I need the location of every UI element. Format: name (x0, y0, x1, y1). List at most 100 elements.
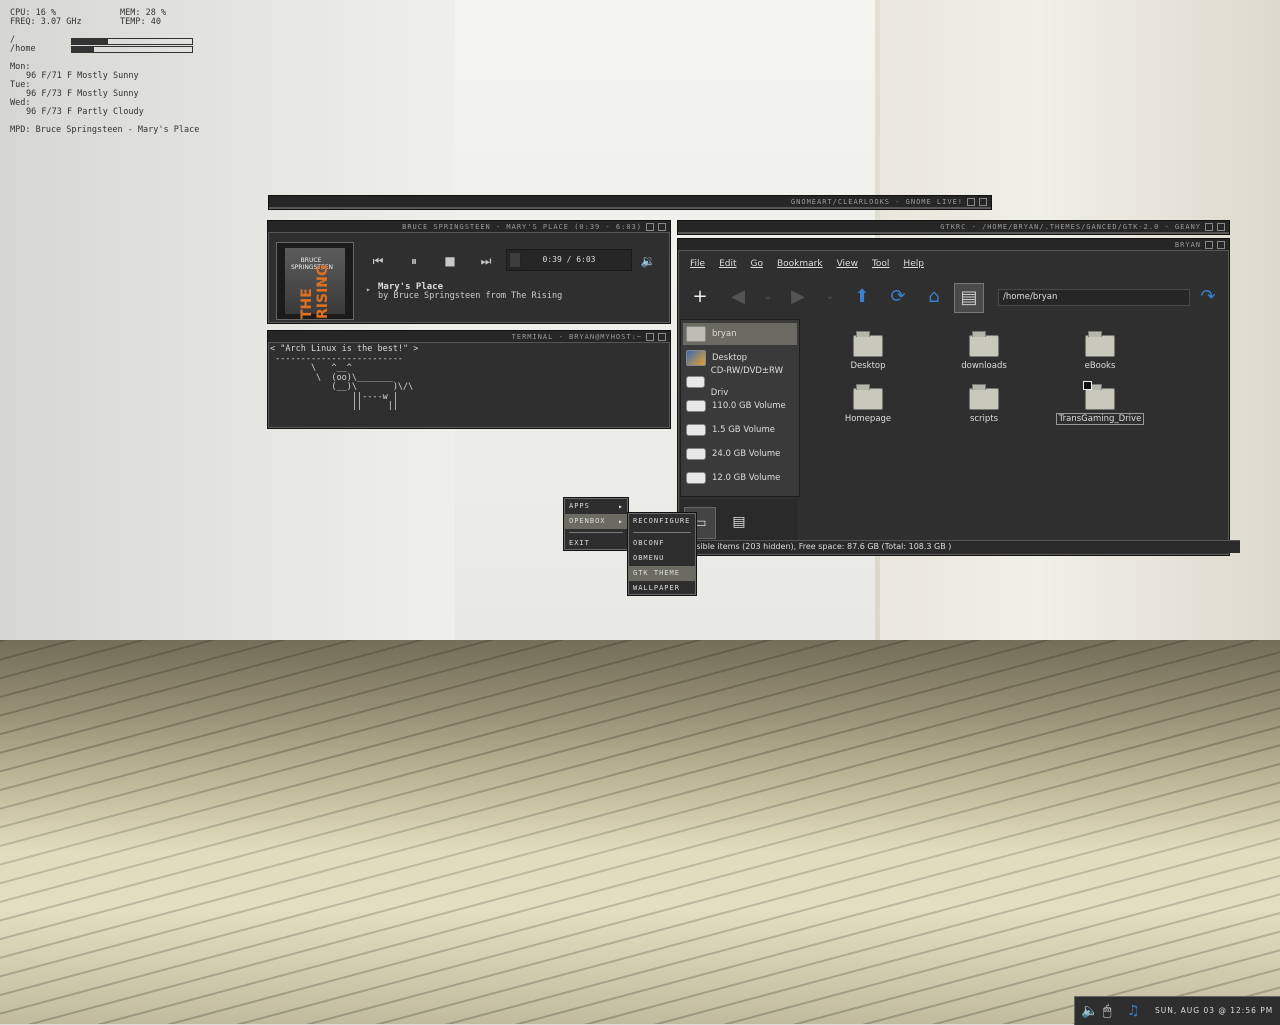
menu-item-gtk-theme[interactable]: GTK THEME (628, 566, 696, 581)
home-icon (686, 326, 706, 342)
menu-file[interactable]: File (690, 259, 705, 269)
folder-item[interactable]: scripts (939, 384, 1029, 424)
mouse-icon[interactable]: 🖱 (1103, 1003, 1112, 1019)
folder-label: eBooks (1084, 361, 1116, 371)
home-icon[interactable]: ⌂ (922, 285, 946, 309)
window-titlebar[interactable]: GTKRC - /HOME/BRYAN/.THEMES/GANCED/GTK-2… (678, 221, 1229, 233)
menu-separator (633, 532, 691, 533)
menu-item-exit[interactable]: EXIT (564, 536, 628, 551)
sidebar-item-volume-110[interactable]: 110.0 GB Volume (683, 395, 797, 417)
menu-item-label: WALLPAPER (633, 584, 680, 592)
folder-label: Desktop (850, 361, 886, 371)
conky-freq: FREQ: 3.07 GHz (10, 17, 82, 27)
seek-bar[interactable]: 0:39 / 6:03 (506, 249, 632, 271)
folder-icon (853, 331, 883, 357)
iconify-button[interactable] (967, 197, 975, 206)
new-tab-icon[interactable]: + (688, 285, 712, 309)
close-button[interactable] (979, 197, 987, 206)
menu-item-label: GTK THEME (633, 569, 680, 577)
volume-icon[interactable]: 🔉 (638, 253, 658, 269)
system-tray: 🔈 🖱 ♫ SUN, AUG 03 @ 12:56 PM (1074, 996, 1280, 1025)
menu-item-reconfigure[interactable]: RECONFIGURE (628, 514, 696, 529)
go-arrow-icon[interactable]: ↷ (1196, 285, 1220, 309)
speaker-icon[interactable]: 🔈 (1081, 1003, 1099, 1019)
sidebar-mode-bar: ▭ ▤ (680, 499, 798, 545)
menu-help[interactable]: Help (903, 259, 924, 269)
sidebar-item-label: bryan (712, 329, 737, 339)
window-title: GTKRC - /HOME/BRYAN/.THEMES/GANCED/GTK-2… (940, 222, 1201, 231)
drive-icon (686, 448, 706, 460)
folder-item[interactable]: eBooks (1055, 331, 1145, 371)
window-titlebar[interactable]: BRYAN (678, 239, 1229, 251)
previous-track-button[interactable]: ⏮ (368, 253, 388, 269)
gnome-art-window[interactable]: GNOMEART/CLEARLOOKS - GNOME LIVE! (268, 195, 992, 210)
drive-icon (686, 376, 705, 388)
iconify-button[interactable] (646, 332, 654, 341)
folder-icon (1085, 331, 1115, 357)
drive-icon (686, 472, 706, 484)
drive-icon (686, 424, 706, 436)
window-titlebar[interactable]: TERMINAL - BRYAN@MYHOST:~ (268, 331, 670, 343)
forward-arrow-icon[interactable]: ▶ (786, 285, 810, 309)
conky-home-bar-fill (72, 47, 94, 52)
clock[interactable]: SUN, AUG 03 @ 12:56 PM (1155, 1006, 1273, 1015)
folder-item[interactable]: Desktop (823, 331, 913, 371)
folder-view-icon[interactable]: ▤ (954, 283, 984, 313)
menu-go[interactable]: Go (751, 259, 763, 269)
back-arrow-icon[interactable]: ◀ (726, 285, 750, 309)
close-button[interactable] (658, 222, 666, 231)
terminal-window[interactable]: TERMINAL - BRYAN@MYHOST:~ < "Arch Linux … (267, 330, 671, 429)
status-bar: isible items (203 hidden), Free space: 8… (680, 540, 1240, 553)
window-title: GNOMEART/CLEARLOOKS - GNOME LIVE! (790, 197, 963, 206)
sidebar-item-label: 110.0 GB Volume (712, 401, 786, 411)
sidebar-item-volume-24[interactable]: 24.0 GB Volume (683, 443, 797, 465)
terminal-output[interactable]: < "Arch Linux is the best!" > ----------… (270, 344, 418, 412)
forward-history-chevron-icon[interactable]: ⌄ (818, 285, 842, 309)
menu-view[interactable]: View (837, 259, 858, 269)
music-note-icon[interactable]: ♫ (1127, 1003, 1141, 1019)
folder-view[interactable]: Desktop downloads eBooks Homepage script… (803, 319, 1225, 545)
menu-item-apps[interactable]: APPS ▸ (564, 499, 628, 514)
menu-item-obconf[interactable]: OBCONF (628, 536, 696, 551)
drive-icon (686, 400, 706, 412)
sidebar-item-cdrw[interactable]: CD-RW/DVD±RW Driv (683, 366, 797, 398)
folder-item[interactable]: Homepage (823, 384, 913, 424)
stop-button[interactable]: ■ (440, 253, 460, 269)
menu-item-label: RECONFIGURE (633, 517, 691, 525)
folder-item[interactable]: TransGaming_Drive (1055, 384, 1145, 425)
menu-bookmark[interactable]: Bookmark (777, 259, 823, 269)
menu-bar: File Edit Go Bookmark View Tool Help (690, 259, 924, 269)
pause-button[interactable]: ⏸ (404, 253, 424, 269)
geany-window[interactable]: GTKRC - /HOME/BRYAN/.THEMES/GANCED/GTK-2… (677, 220, 1230, 235)
menu-tool[interactable]: Tool (872, 259, 889, 269)
menu-item-obmenu[interactable]: OBMENU (628, 551, 696, 566)
window-titlebar[interactable]: BRUCE SPRINGSTEEN - MARY'S PLACE (0:39 -… (268, 221, 670, 233)
close-button[interactable] (1217, 240, 1225, 249)
conky-home-bar (71, 46, 193, 53)
wallpaper-floor-shade (0, 640, 1280, 1024)
menu-item-openbox[interactable]: OPENBOX ▸ (564, 514, 628, 529)
seek-handle[interactable] (509, 252, 521, 268)
menu-item-label: OBCONF (633, 539, 665, 547)
sidebar-item-volume-1-5[interactable]: 1.5 GB Volume (683, 419, 797, 441)
path-input[interactable]: /home/bryan (998, 289, 1190, 306)
sidebar-item-volume-12[interactable]: 12.0 GB Volume (683, 467, 797, 489)
menu-item-wallpaper[interactable]: WALLPAPER (628, 581, 696, 596)
iconify-button[interactable] (646, 222, 654, 231)
iconify-button[interactable] (1205, 240, 1213, 249)
music-player-window[interactable]: BRUCE SPRINGSTEEN - MARY'S PLACE (0:39 -… (267, 220, 671, 324)
up-arrow-icon[interactable]: ⬆ (850, 285, 874, 309)
reload-icon[interactable]: ⟳ (886, 285, 910, 309)
iconify-button[interactable] (1205, 222, 1213, 231)
window-titlebar[interactable]: GNOMEART/CLEARLOOKS - GNOME LIVE! (269, 196, 991, 208)
menu-edit[interactable]: Edit (719, 259, 736, 269)
close-button[interactable] (658, 332, 666, 341)
expand-arrow-icon[interactable]: ▸ (366, 285, 371, 294)
tree-mode-icon[interactable]: ▤ (724, 507, 754, 537)
next-track-button[interactable]: ⏭ (476, 253, 496, 269)
folder-item[interactable]: downloads (939, 331, 1029, 371)
file-manager-window[interactable]: BRYAN File Edit Go Bookmark View Tool He… (677, 238, 1240, 556)
close-button[interactable] (1217, 222, 1225, 231)
back-history-chevron-icon[interactable]: ⌄ (756, 285, 780, 309)
sidebar-item-bryan[interactable]: bryan (683, 323, 797, 345)
